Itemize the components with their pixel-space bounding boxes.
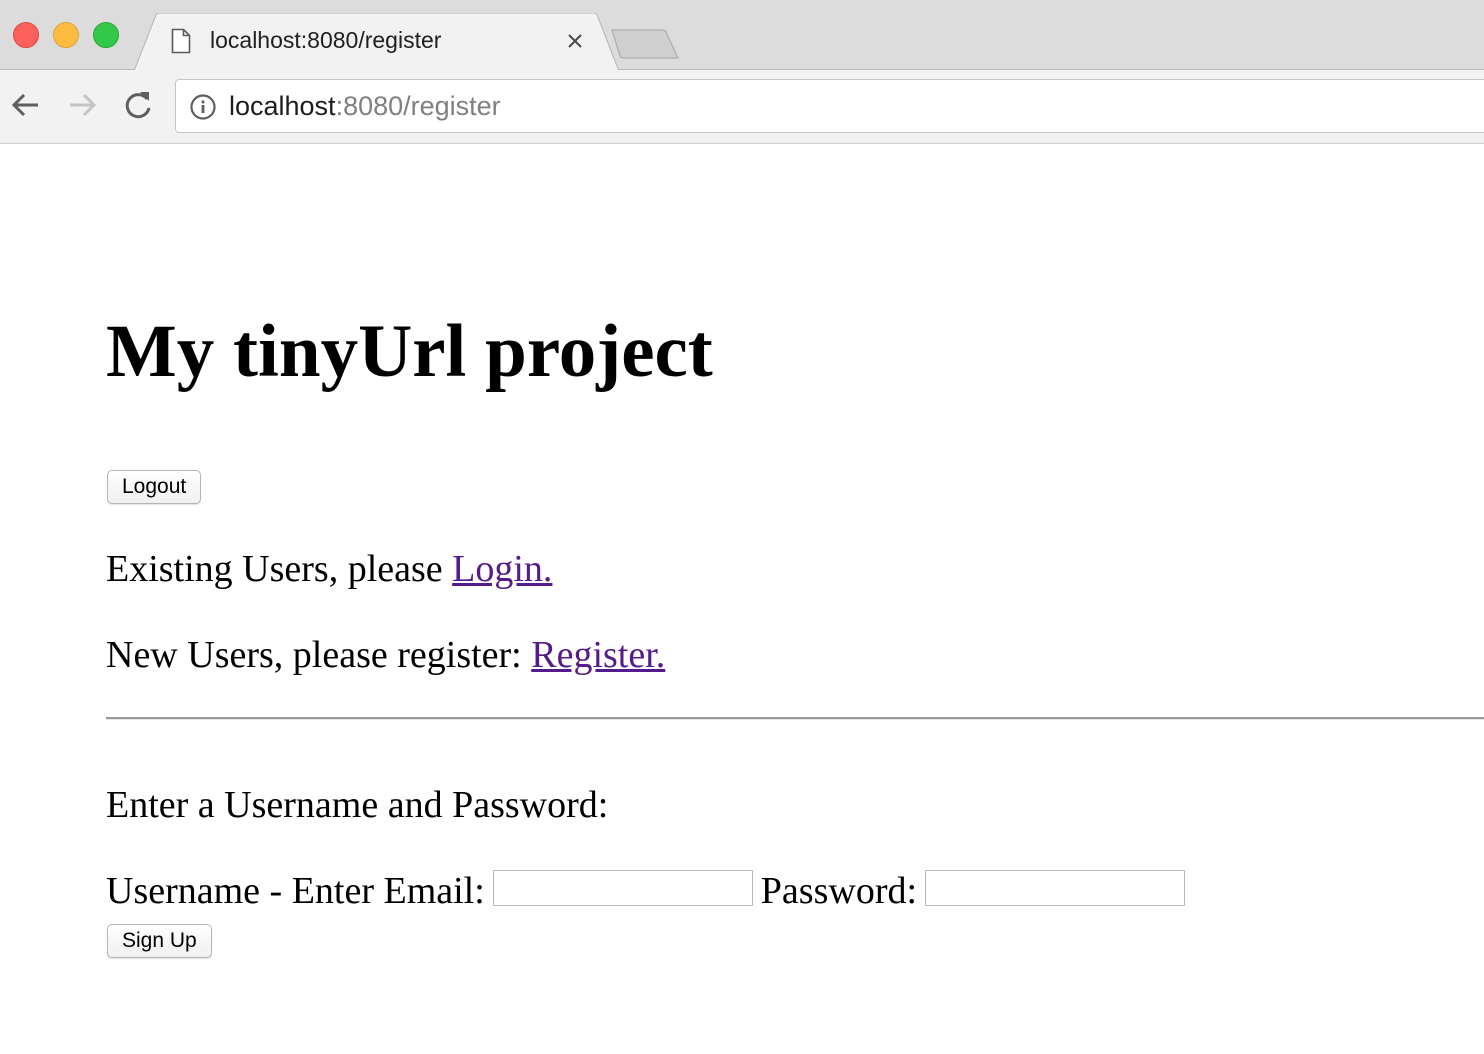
email-field[interactable] — [492, 870, 753, 907]
signup-form: Username - Enter Email: Password: — [106, 870, 1193, 912]
window-minimize-button[interactable] — [53, 22, 79, 48]
username-label: Username - Enter Email: — [106, 870, 485, 912]
password-label: Password: — [760, 870, 918, 912]
tab-strip: localhost:8080/register — [0, 0, 1484, 71]
tab-title: localhost:8080/register — [210, 27, 442, 53]
divider — [106, 717, 1484, 720]
window-zoom-button[interactable] — [93, 22, 119, 48]
register-link[interactable]: Register. — [531, 634, 665, 676]
reload-icon[interactable] — [121, 88, 155, 122]
url-host: localhost — [229, 91, 336, 121]
form-prompt: Enter a Username and Password: — [106, 784, 609, 826]
forward-arrow-icon[interactable] — [65, 88, 99, 122]
login-line: Existing Users, please Login. — [106, 550, 552, 588]
login-prompt: Existing Users, please — [106, 548, 453, 590]
new-tab-button[interactable] — [608, 28, 682, 62]
page-icon — [171, 28, 191, 54]
login-link[interactable]: Login. — [452, 548, 552, 590]
address-url[interactable]: localhost:8080/register — [229, 91, 501, 122]
page-content: My tinyUrl project Logout Existing Users… — [0, 144, 1484, 1054]
register-prompt: New Users, please register: — [106, 634, 532, 676]
address-bar[interactable]: localhost:8080/register — [175, 79, 1484, 133]
url-path: :8080/register — [335, 91, 501, 121]
tab-close-icon[interactable] — [564, 30, 586, 52]
register-line: New Users, please register: Register. — [106, 636, 665, 674]
password-field[interactable] — [925, 870, 1186, 907]
browser-tab[interactable]: localhost:8080/register — [134, 13, 619, 71]
info-icon[interactable] — [189, 93, 217, 121]
logout-button[interactable]: Logout — [107, 470, 202, 504]
page-title: My tinyUrl project — [106, 310, 713, 393]
back-arrow-icon[interactable] — [9, 88, 43, 122]
browser-toolbar: localhost:8080/register — [0, 70, 1484, 144]
signup-button[interactable]: Sign Up — [107, 924, 212, 958]
window-close-button[interactable] — [13, 22, 39, 48]
